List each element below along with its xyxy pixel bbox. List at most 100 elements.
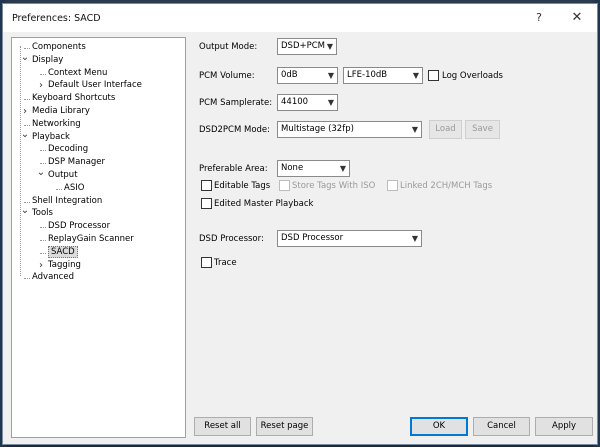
cancel-button[interactable]: Cancel	[473, 417, 530, 436]
tree-item-label: Context Menu	[48, 67, 108, 78]
output-mode-value: DSD+PCM	[281, 41, 326, 51]
tree-connector	[56, 188, 62, 190]
preferable-area-label: Preferable Area:	[199, 164, 268, 174]
tree-item-label: ReplayGain Scanner	[48, 234, 134, 244]
lfe-volume-select[interactable]: LFE-10dB ▼	[343, 67, 423, 84]
tree-item-default-user-interface[interactable]: › Default User Interface	[39, 79, 142, 92]
tree-item-display[interactable]: ⌄ Display	[21, 52, 64, 67]
tree-item-tagging[interactable]: › Tagging	[39, 259, 81, 272]
tree-item-dsp-manager[interactable]: DSP Manager	[40, 156, 106, 169]
tree-root-connector	[20, 46, 21, 277]
tree-item-label: SACD	[48, 245, 78, 258]
store-tags-iso-label: Store Tags With ISO	[292, 181, 376, 191]
lfe-volume-value: LFE-10dB	[347, 70, 388, 80]
trace-checkbox[interactable]	[201, 257, 212, 268]
tree-item-label: Tools	[32, 208, 53, 219]
linked-2ch-mch-checkbox[interactable]	[387, 180, 398, 191]
chevron-down-icon: ▼	[327, 98, 334, 107]
tree-item-components[interactable]: Components	[24, 41, 86, 54]
tree-item-label: Components	[32, 42, 86, 52]
apply-button[interactable]: Apply	[535, 417, 593, 436]
expanded-chevron-icon[interactable]: ⌄	[36, 166, 46, 179]
tree-item-label: Display	[32, 54, 64, 65]
tree-connector	[40, 252, 46, 254]
editable-tags-label: Editable Tags	[214, 181, 271, 191]
tree-item-advanced[interactable]: Advanced	[24, 271, 74, 284]
output-mode-label: Output Mode:	[199, 42, 258, 52]
expanded-chevron-icon[interactable]: ⌄	[20, 128, 30, 141]
expanded-chevron-icon[interactable]: ⌄	[20, 51, 30, 64]
tree-item-label: ASIO	[64, 182, 85, 193]
dsd2pcm-mode-select[interactable]: Multistage (32fp) ▼	[277, 121, 422, 138]
tree-item-asio[interactable]: ASIO	[56, 182, 85, 195]
log-overloads-checkbox[interactable]	[428, 70, 439, 81]
chevron-down-icon: ▼	[411, 234, 418, 243]
dsd-processor-select[interactable]: DSD Processor ▼	[277, 230, 422, 247]
tree-connector	[40, 163, 46, 165]
tree-connector	[40, 150, 46, 152]
tree-item-tools[interactable]: ⌄ Tools	[21, 205, 53, 220]
chevron-down-icon: ▼	[339, 164, 346, 173]
tree-item-shell-integration[interactable]: Shell Integration	[24, 195, 103, 208]
preferences-dialog: Preferences: SACD ? ✕ Components ⌄ Display…	[2, 3, 598, 445]
edited-master-checkbox[interactable]	[201, 198, 212, 209]
pcm-volume-value: 0dB	[281, 70, 298, 80]
editable-tags-checkbox[interactable]	[201, 180, 212, 191]
tree-item-networking[interactable]: Networking	[24, 118, 81, 131]
chevron-down-icon: ▼	[326, 42, 333, 51]
preferable-area-select[interactable]: None ▼	[277, 160, 350, 177]
tree-item-dsd-processor[interactable]: DSD Processor	[40, 220, 111, 233]
save-button[interactable]: Save	[465, 120, 500, 139]
tree-item-label: Media Library	[32, 106, 90, 116]
tree-item-decoding[interactable]: Decoding	[40, 143, 89, 156]
tree-item-playback[interactable]: ⌄ Playback	[21, 129, 70, 144]
close-button[interactable]: ✕	[565, 9, 589, 27]
chevron-down-icon: ▼	[412, 71, 419, 80]
log-overloads-label: Log Overloads	[442, 71, 503, 81]
load-button[interactable]: Load	[429, 120, 462, 139]
store-tags-iso-checkbox[interactable]	[279, 180, 290, 191]
reset-page-button[interactable]: Reset page	[256, 417, 313, 436]
tree-item-keyboard-shortcuts[interactable]: Keyboard Shortcuts	[24, 92, 115, 105]
tree-item-label: Decoding	[48, 144, 89, 155]
tree-connector	[24, 48, 30, 49]
tree-item-label: Playback	[32, 131, 70, 142]
chevron-down-icon: ▼	[327, 71, 334, 80]
tree-item-label: DSD Processor	[48, 221, 111, 232]
tree-connector	[40, 240, 46, 241]
tree-item-sacd[interactable]: SACD	[40, 245, 78, 259]
reset-all-button[interactable]: Reset all	[194, 417, 251, 436]
tree-item-label: Default User Interface	[48, 80, 142, 91]
tree-connector	[24, 201, 30, 203]
tree-item-label: DSP Manager	[48, 157, 106, 168]
expanded-chevron-icon[interactable]: ⌄	[20, 204, 30, 217]
output-mode-select[interactable]: DSD+PCM ▼	[277, 38, 337, 55]
tree-item-label: Output	[48, 170, 78, 180]
trace-label: Trace	[214, 258, 237, 268]
tree-connector	[40, 227, 46, 229]
tree-connector	[40, 73, 46, 75]
tree-item-media-library[interactable]: › Media Library	[23, 105, 90, 118]
pcm-volume-label: PCM Volume:	[199, 71, 255, 81]
tree-item-label: Advanced	[32, 272, 74, 283]
preferences-tree[interactable]: Components ⌄ Display Context Menu › Default U…	[11, 37, 186, 438]
dsd-processor-label: DSD Processor:	[199, 234, 264, 244]
ok-button[interactable]: OK	[410, 417, 468, 436]
collapsed-chevron-icon[interactable]: ›	[36, 259, 46, 272]
collapsed-chevron-icon[interactable]: ›	[20, 105, 30, 118]
tree-item-label: Shell Integration	[32, 195, 103, 206]
pcm-samplerate-label: PCM Samplerate:	[199, 98, 273, 108]
dsd2pcm-mode-value: Multistage (32fp)	[281, 124, 354, 134]
pcm-volume-select[interactable]: 0dB ▼	[277, 67, 338, 84]
edited-master-label: Edited Master Playback	[214, 199, 314, 209]
tree-item-replaygain-scanner[interactable]: ReplayGain Scanner	[40, 233, 134, 246]
tree-item-context-menu[interactable]: Context Menu	[40, 67, 108, 80]
tree-item-label: Tagging	[48, 259, 81, 270]
pcm-samplerate-value: 44100	[281, 97, 309, 107]
help-button[interactable]: ?	[529, 10, 549, 26]
dsd2pcm-mode-label: DSD2PCM Mode:	[199, 125, 271, 135]
linked-2ch-mch-label: Linked 2CH/MCH Tags	[400, 181, 493, 191]
collapsed-chevron-icon[interactable]: ›	[36, 79, 46, 92]
tree-item-output[interactable]: ⌄ Output	[37, 167, 78, 182]
pcm-samplerate-select[interactable]: 44100 ▼	[277, 94, 338, 111]
